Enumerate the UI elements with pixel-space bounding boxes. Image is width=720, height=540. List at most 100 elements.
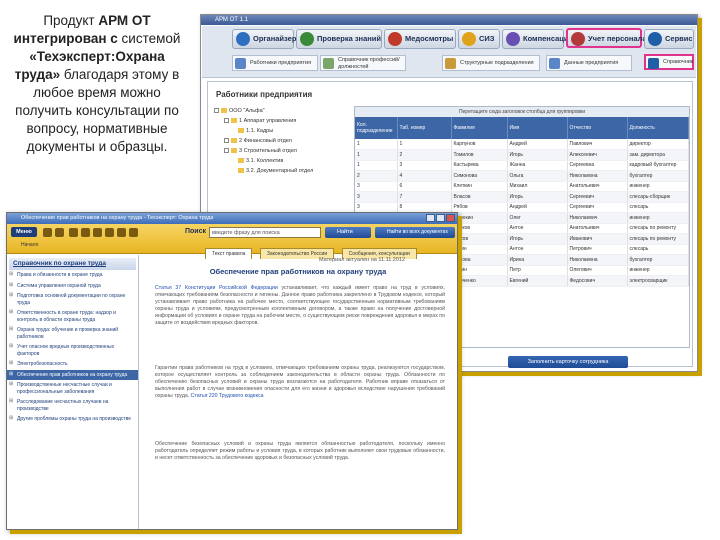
column-header[interactable]: Таб. номер: [397, 117, 452, 139]
column-header[interactable]: Кол. подразделение: [355, 117, 398, 139]
table-cell: Рябов: [451, 202, 508, 213]
sub-professions-button[interactable]: Справочник профессий/ должностей: [320, 55, 406, 71]
sidebar-item[interactable]: Права и обязанности в охране труда: [7, 270, 138, 281]
table-cell: 2: [397, 149, 452, 161]
nav-medical-button[interactable]: Медосмотры: [384, 29, 456, 49]
table-row[interactable]: 3 6 Клеткин Михаил Анатольевич инженер: [355, 181, 689, 192]
table-row[interactable]: 1 2 Томилов Игорь Алексеевич зам. директора: [355, 149, 689, 161]
sidebar-title[interactable]: Справочник по охране труда: [9, 258, 136, 270]
nav-personnel-button[interactable]: Учет персонала: [566, 28, 647, 48]
table-cell: Андрей: [507, 139, 568, 150]
fill-employee-card-button[interactable]: Заполнить карточку сотрудника: [508, 356, 628, 368]
document-body: Материал актуален на 11.11.2012 Обеспече…: [143, 255, 453, 529]
document-paragraph: Обеспечение безопасных условий и охраны …: [155, 441, 445, 462]
tree-node[interactable]: 3.1. Коллектив: [214, 156, 350, 166]
table-row[interactable]: 3 8 Рябов Андрей Сергеевич слесарь: [355, 202, 689, 213]
folder-icon: [231, 118, 237, 124]
home-link[interactable]: Начало: [21, 242, 38, 248]
home-icon[interactable]: [69, 228, 78, 237]
table-cell: директор: [627, 139, 689, 150]
labor-code-link[interactable]: Статья 220 Трудового кодекса: [191, 393, 264, 399]
column-header[interactable]: Должность: [627, 117, 689, 139]
table-cell: 6: [397, 181, 452, 192]
folder-icon: [221, 108, 227, 114]
search-input[interactable]: введите фразу для поиска: [209, 227, 321, 238]
sidebar-item[interactable]: Обеспечение прав работников на охрану тр…: [7, 369, 138, 380]
sidebar-item[interactable]: Система управления охраной труда: [7, 281, 138, 292]
tree-node[interactable]: 1.1. Кадры: [214, 126, 350, 136]
sidebar-item[interactable]: Охрана труда: обучение и проверка знаний…: [7, 325, 138, 342]
maximize-icon[interactable]: [436, 214, 445, 222]
table-cell: слесарь: [627, 244, 689, 255]
sub-company-data-button[interactable]: Данные предприятия: [546, 55, 632, 71]
save-icon[interactable]: [93, 228, 102, 237]
back-icon[interactable]: [43, 228, 52, 237]
table-row[interactable]: 1 1 Карпунов Андрей Павлович директор: [355, 139, 689, 150]
folder-icon: [231, 148, 237, 154]
table-cell: Сергеевна: [567, 160, 628, 171]
sidebar-item[interactable]: Электробезопасность: [7, 359, 138, 370]
nav-ppe-button[interactable]: СИЗ: [458, 29, 500, 49]
paragraph-text: Обеспечение безопасных условий и охраны …: [155, 441, 445, 461]
table-cell: Яшин: [451, 244, 508, 255]
table-cell: Евгений: [507, 275, 568, 287]
tree-node[interactable]: 1 Аппарат управления: [214, 116, 350, 126]
knowledge-test-icon: [300, 32, 314, 46]
print-icon[interactable]: [81, 228, 90, 237]
sidebar-item[interactable]: Ответственность в охране труда: надзор и…: [7, 308, 138, 325]
reference-sidebar: Справочник по охране труда Права и обяза…: [7, 255, 139, 529]
tree-node[interactable]: 2 Финансовый отдел: [214, 136, 350, 146]
table-cell: Кастырева: [451, 160, 508, 171]
table-row[interactable]: 3 7 Власов Игорь Сергеевич слесарь-сборщик: [355, 191, 689, 203]
table-cell: 7: [397, 191, 452, 203]
sidebar-item[interactable]: Учет опасное вредных производственных фа…: [7, 342, 138, 359]
table-row[interactable]: 1 3 Кастырева Жанна Сергеевна кадровый бухгал…: [355, 160, 689, 171]
table-row[interactable]: 2 4 Симонова Ольга Николаевна бухгалтер: [355, 170, 689, 182]
find-button[interactable]: Найти: [325, 227, 371, 238]
table-cell: Власов: [451, 191, 508, 203]
group-by-hint: Перетащите сюда заголовок столбца для гр…: [355, 107, 689, 117]
constitution-link[interactable]: Статья 37 Конституции Российской Федерац…: [155, 285, 278, 291]
table-cell: 1: [355, 149, 398, 161]
folder-icon: [238, 168, 244, 174]
table-cell: зам. директора: [627, 149, 689, 161]
reference-icon: [648, 58, 659, 69]
table-cell: Карпунов: [451, 139, 508, 150]
sub-structure-button[interactable]: Структурные подразделения: [442, 55, 540, 71]
nav-service-button[interactable]: Сервис: [644, 29, 694, 49]
close-icon[interactable]: [446, 214, 455, 222]
table-cell: 1: [355, 139, 398, 150]
table-cell: Петр: [507, 265, 568, 276]
bookmark-icon[interactable]: [105, 228, 114, 237]
company-data-icon: [549, 58, 560, 69]
tree-node[interactable]: 3 Строительный отдел: [214, 146, 350, 156]
forward-icon[interactable]: [55, 228, 64, 237]
nav-compensation-button[interactable]: Компенсации: [502, 29, 573, 49]
nav-knowledge-test-button[interactable]: Проверка знаний: [296, 29, 382, 49]
tree-node-label: 3.1. Коллектив: [246, 158, 284, 164]
table-cell: бухгалтер: [627, 170, 689, 182]
table-cell: Иванович: [567, 233, 628, 245]
compensation-icon: [506, 32, 520, 46]
sidebar-item[interactable]: Производственные несчастные случаи и про…: [7, 380, 138, 397]
sidebar-item[interactable]: Расследование несчастных случаев на прои…: [7, 397, 138, 414]
tree-node-label: 1 Аппарат управления: [239, 118, 297, 124]
tree-node[interactable]: ООО "Альфа": [214, 106, 350, 116]
sidebar-item[interactable]: Подготовка основной документации по охра…: [7, 291, 138, 308]
table-cell: бухгалтер: [627, 254, 689, 266]
help-icon[interactable]: [129, 228, 138, 237]
department-tree: ООО "Альфа" 1 Аппарат управления 1.1. Ка…: [214, 106, 350, 176]
nav-organizer-button[interactable]: Органайзер: [232, 29, 296, 49]
sub-reference-button[interactable]: Справочник: [644, 54, 694, 70]
tree-node[interactable]: 3.2. Документарный отдел: [214, 166, 350, 176]
find-all-button[interactable]: Найти во всех документах: [375, 227, 455, 238]
column-header[interactable]: Фамилия: [451, 117, 508, 139]
menu-button[interactable]: Меню: [11, 227, 37, 237]
column-header[interactable]: Отчество: [567, 117, 628, 139]
minimize-icon[interactable]: [426, 214, 435, 222]
mail-icon[interactable]: [117, 228, 126, 237]
sub-employees-button[interactable]: Работники предприятия: [232, 55, 318, 71]
sidebar-item[interactable]: Другие проблемы охраны труда на производ…: [7, 414, 138, 425]
column-header[interactable]: Имя: [507, 117, 568, 139]
table-cell: инженер: [627, 212, 689, 224]
